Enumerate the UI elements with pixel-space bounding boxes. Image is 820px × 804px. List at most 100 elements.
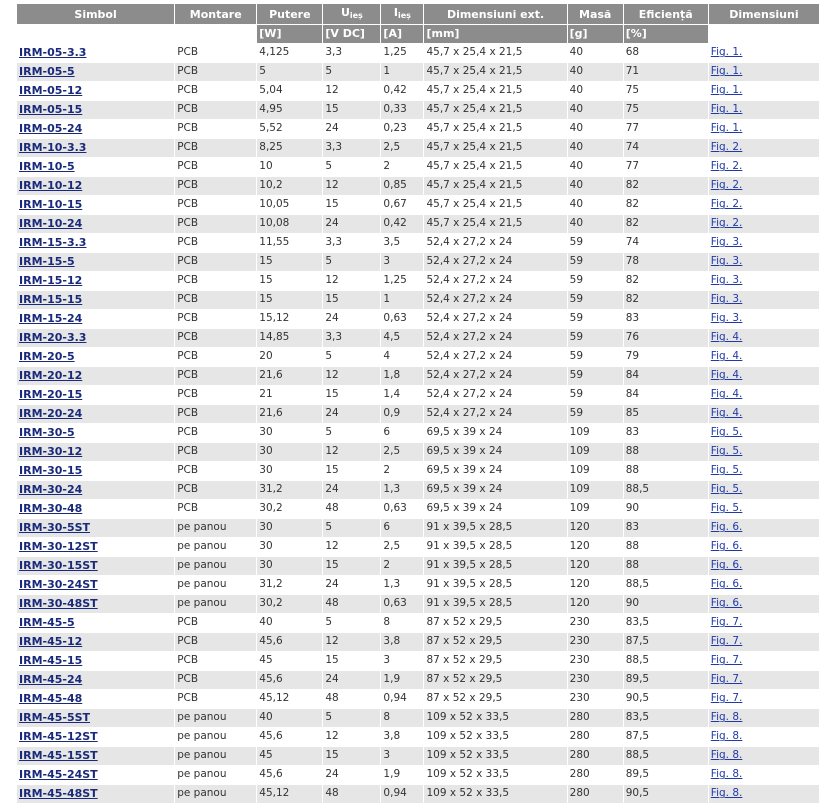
symbol-link[interactable]: IRM-45-12 [19, 635, 82, 648]
symbol-link[interactable]: IRM-20-5 [19, 350, 75, 363]
figure-link[interactable]: Fig. 4. [711, 369, 743, 381]
figure-link[interactable]: Fig. 8. [711, 711, 743, 723]
symbol-link[interactable]: IRM-05-3.3 [19, 46, 86, 59]
figure-link[interactable]: Fig. 6. [711, 559, 743, 571]
symbol-link[interactable]: IRM-20-15 [19, 388, 82, 401]
symbol-link[interactable]: IRM-30-12 [19, 445, 82, 458]
symbol-link[interactable]: IRM-30-48 [19, 502, 82, 515]
symbol-link[interactable]: IRM-45-24ST [19, 768, 98, 781]
figure-link[interactable]: Fig. 1. [711, 46, 743, 58]
header-masa[interactable]: Masă [567, 4, 623, 24]
symbol-link[interactable]: IRM-05-5 [19, 65, 75, 78]
symbol-link[interactable]: IRM-30-48ST [19, 597, 98, 610]
symbol-link[interactable]: IRM-10-15 [19, 198, 82, 211]
figure-link[interactable]: Fig. 4. [711, 331, 743, 343]
figure-link[interactable]: Fig. 3. [711, 293, 743, 305]
symbol-link[interactable]: IRM-20-24 [19, 407, 82, 420]
symbol-link[interactable]: IRM-10-24 [19, 217, 82, 230]
symbol-link[interactable]: IRM-05-24 [19, 122, 82, 135]
symbol-link[interactable]: IRM-05-12 [19, 84, 82, 97]
figure-link[interactable]: Fig. 4. [711, 407, 743, 419]
figure-link[interactable]: Fig. 4. [711, 350, 743, 362]
figure-link[interactable]: Fig. 6. [711, 578, 743, 590]
symbol-link[interactable]: IRM-30-15 [19, 464, 82, 477]
cell-mass: 120 [567, 575, 623, 594]
header-simbol[interactable]: Simbol [17, 4, 175, 24]
figure-link[interactable]: Fig. 2. [711, 217, 743, 229]
figure-link[interactable]: Fig. 3. [711, 236, 743, 248]
symbol-link[interactable]: IRM-45-5 [19, 616, 75, 629]
symbol-link[interactable]: IRM-05-15 [19, 103, 82, 116]
figure-link[interactable]: Fig. 2. [711, 198, 743, 210]
figure-link[interactable]: Fig. 6. [711, 597, 743, 609]
symbol-link[interactable]: IRM-20-3.3 [19, 331, 86, 344]
symbol-link[interactable]: IRM-45-15 [19, 654, 82, 667]
symbol-link[interactable]: IRM-15-3.3 [19, 236, 86, 249]
figure-link[interactable]: Fig. 8. [711, 730, 743, 742]
figure-link[interactable]: Fig. 6. [711, 521, 743, 533]
figure-link[interactable]: Fig. 7. [711, 635, 743, 647]
figure-link[interactable]: Fig. 5. [711, 445, 743, 457]
figure-link[interactable]: Fig. 7. [711, 616, 743, 628]
cell-symbol: IRM-20-24 [17, 404, 175, 423]
figure-link[interactable]: Fig. 1. [711, 84, 743, 96]
figure-link[interactable]: Fig. 2. [711, 179, 743, 191]
figure-link[interactable]: Fig. 1. [711, 103, 743, 115]
figure-link[interactable]: Fig. 7. [711, 692, 743, 704]
header-i-ies[interactable]: Iieș [381, 4, 424, 24]
figure-link[interactable]: Fig. 5. [711, 426, 743, 438]
cell-dimensions: 52,4 x 27,2 x 24 [424, 366, 567, 385]
symbol-link[interactable]: IRM-15-24 [19, 312, 82, 325]
symbol-link[interactable]: IRM-10-12 [19, 179, 82, 192]
symbol-link[interactable]: IRM-20-12 [19, 369, 82, 382]
symbol-link[interactable]: IRM-45-24 [19, 673, 82, 686]
cell-power: 30 [257, 537, 323, 556]
header-eficienta[interactable]: Eficiență [623, 4, 708, 24]
symbol-link[interactable]: IRM-30-12ST [19, 540, 98, 553]
symbol-link[interactable]: IRM-45-15ST [19, 749, 98, 762]
figure-link[interactable]: Fig. 8. [711, 787, 743, 799]
figure-link[interactable]: Fig. 8. [711, 768, 743, 780]
symbol-link[interactable]: IRM-15-12 [19, 274, 82, 287]
figure-link[interactable]: Fig. 1. [711, 122, 743, 134]
figure-link[interactable]: Fig. 3. [711, 274, 743, 286]
figure-link[interactable]: Fig. 1. [711, 65, 743, 77]
figure-link[interactable]: Fig. 2. [711, 141, 743, 153]
figure-link[interactable]: Fig. 3. [711, 312, 743, 324]
symbol-link[interactable]: IRM-30-24 [19, 483, 82, 496]
header-dimensiuni-ext[interactable]: Dimensiuni ext. [424, 4, 567, 24]
figure-link[interactable]: Fig. 2. [711, 160, 743, 172]
header-u-ies[interactable]: Uieș [323, 4, 381, 24]
header-dimensiuni[interactable]: Dimensiuni [708, 4, 819, 24]
symbol-link[interactable]: IRM-15-15 [19, 293, 82, 306]
figure-link[interactable]: Fig. 5. [711, 464, 743, 476]
symbol-link[interactable]: IRM-30-15ST [19, 559, 98, 572]
cell-voltage: 12 [323, 727, 381, 746]
figure-link[interactable]: Fig. 4. [711, 388, 743, 400]
symbol-link[interactable]: IRM-45-48 [19, 692, 82, 705]
figure-link[interactable]: Fig. 7. [711, 673, 743, 685]
symbol-link[interactable]: IRM-45-48ST [19, 787, 98, 800]
cell-mass: 120 [567, 518, 623, 537]
header-montare[interactable]: Montare [175, 4, 257, 24]
symbol-link[interactable]: IRM-30-5 [19, 426, 75, 439]
symbol-link[interactable]: IRM-30-5ST [19, 521, 90, 534]
symbol-link[interactable]: IRM-15-5 [19, 255, 75, 268]
figure-link[interactable]: Fig. 6. [711, 540, 743, 552]
cell-power: 10,05 [257, 195, 323, 214]
header-putere[interactable]: Putere [257, 4, 323, 24]
symbol-link[interactable]: IRM-10-3.3 [19, 141, 86, 154]
figure-link[interactable]: Fig. 3. [711, 255, 743, 267]
symbol-link[interactable]: IRM-45-5ST [19, 711, 90, 724]
cell-current: 6 [381, 518, 424, 537]
figure-link[interactable]: Fig. 8. [711, 749, 743, 761]
figure-link[interactable]: Fig. 5. [711, 483, 743, 495]
symbol-link[interactable]: IRM-45-12ST [19, 730, 98, 743]
figure-link[interactable]: Fig. 7. [711, 654, 743, 666]
figure-link[interactable]: Fig. 5. [711, 502, 743, 514]
cell-power: 45 [257, 746, 323, 765]
cell-efficiency: 74 [623, 138, 708, 157]
cell-current: 3,8 [381, 632, 424, 651]
symbol-link[interactable]: IRM-10-5 [19, 160, 75, 173]
symbol-link[interactable]: IRM-30-24ST [19, 578, 98, 591]
